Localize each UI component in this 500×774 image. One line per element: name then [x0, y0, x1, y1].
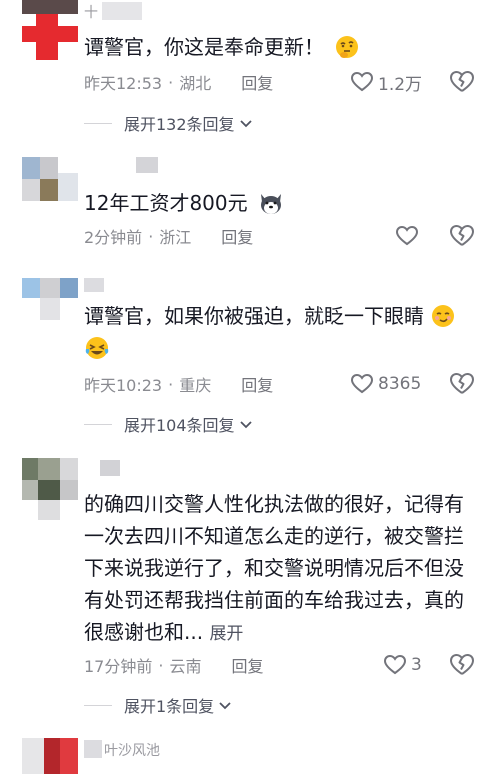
like-count: 1.2万 [378, 74, 423, 95]
comment-text-content: 12年工资才800元 [84, 191, 248, 215]
avatar-pixel [60, 458, 78, 480]
comment-location: 湖北 [179, 74, 212, 93]
avatar[interactable] [22, 458, 78, 520]
comment-location: 浙江 [159, 228, 192, 247]
name-mosaic [84, 278, 104, 292]
like-count: 8365 [378, 374, 422, 394]
avatar-pixel [38, 500, 60, 520]
expand-replies-label: 展开1条回复 [124, 697, 215, 716]
broken-heart-icon[interactable] [448, 370, 476, 398]
avatar-pixel [40, 179, 58, 201]
name-mosaic [100, 460, 120, 476]
heart-icon [395, 225, 419, 246]
avatar-pixel [40, 157, 58, 179]
comment-time: 昨天12:53 [84, 74, 163, 93]
heart-icon [383, 654, 407, 675]
avatar-pixel [22, 157, 40, 179]
reply-button[interactable]: 回复 [241, 372, 273, 396]
avatar[interactable] [22, 738, 78, 774]
avatar-pixel [60, 738, 78, 774]
commenter-name-text: 叶沙风池 [104, 743, 160, 759]
commenter-name-text: 十 [84, 5, 98, 21]
avatar[interactable] [22, 278, 78, 320]
name-mosaic [84, 740, 102, 758]
comment-meta: 2分钟前 · 浙江 回复 [84, 221, 484, 251]
avatar-pixel [58, 173, 78, 201]
comment-meta: 昨天10:23 · 重庆 回复 [84, 369, 484, 399]
avatar-pixel [40, 298, 60, 320]
comment-text: 的确四川交警人性化执法做的很好，记得有一次去四川不知道怎么走的逆行，被交警拦下来… [84, 488, 482, 650]
reply-button[interactable]: 回复 [221, 224, 253, 248]
avatar-pixel [38, 458, 60, 480]
comment-meta: 17分钟前 · 云南 回复 [84, 650, 484, 680]
separator: · [148, 226, 154, 246]
avatar-pixel [22, 0, 78, 14]
expand-replies-button[interactable]: 展开132条回复 [84, 108, 254, 138]
smirk-face-emoji [432, 304, 455, 327]
comment-location: 重庆 [179, 376, 212, 395]
comment-text: 谭警官，你这是奉命更新！ [84, 31, 484, 63]
commenter-name[interactable]: 十 [84, 2, 142, 22]
avatar-pixel [60, 480, 78, 500]
comment-text: 谭警官，如果你被强迫，就眨一下眼睛 [84, 300, 494, 364]
comment-time: 昨天10:23 [84, 376, 163, 395]
avatar-pixel [22, 480, 38, 500]
heart-icon [350, 71, 374, 92]
comment-time: 2分钟前 [84, 228, 143, 247]
avatar-pixel [44, 738, 60, 774]
expand-replies-label: 展开132条回复 [124, 115, 235, 134]
avatar-pixel [38, 480, 60, 500]
like-button[interactable] [395, 221, 423, 251]
laughing-tears-emoji [85, 336, 109, 359]
broken-heart-icon[interactable] [448, 222, 476, 250]
husky-dog-emoji [260, 193, 281, 214]
avatar-pixel [22, 179, 40, 201]
like-count: 3 [411, 655, 422, 675]
chevron-down-icon [239, 421, 252, 429]
name-mosaic [136, 157, 158, 173]
like-button[interactable]: 1.2万 [350, 67, 422, 97]
avatar-pixel [58, 14, 78, 26]
expand-replies-label: 展开104条回复 [124, 416, 235, 435]
divider-line [84, 423, 112, 425]
expand-replies-button[interactable]: 展开1条回复 [84, 690, 233, 720]
avatar[interactable] [22, 157, 78, 201]
divider-line [84, 122, 112, 124]
divider-line [84, 704, 112, 706]
avatar-pixel [22, 458, 38, 480]
name-mosaic [102, 2, 142, 20]
heart-icon [350, 373, 374, 394]
separator: · [168, 374, 174, 394]
reply-button[interactable]: 回复 [231, 653, 263, 677]
avatar-pixel [22, 26, 78, 42]
avatar[interactable] [22, 0, 78, 60]
avatar-pixel [22, 278, 40, 298]
reply-button[interactable]: 回复 [241, 70, 273, 94]
broken-heart-icon[interactable] [448, 651, 476, 679]
comment-text-content: 的确四川交警人性化执法做的很好，记得有一次去四川不知道怎么走的逆行，被交警拦下来… [84, 492, 464, 644]
comment-text: 12年工资才800元 [84, 187, 484, 219]
comment-meta: 昨天12:53 · 湖北 回复 [84, 67, 484, 97]
commenter-name[interactable]: 叶沙风池 [84, 740, 160, 760]
avatar-pixel [60, 278, 78, 298]
comment-text-content: 谭警官，你这是奉命更新！ [84, 35, 324, 59]
expand-replies-button[interactable]: 展开104条回复 [84, 409, 254, 439]
comment-text-content: 谭警官，如果你被强迫，就眨一下眼睛 [84, 304, 424, 328]
chevron-down-icon [239, 120, 252, 128]
comment-time: 17分钟前 [84, 657, 153, 676]
avatar-pixel [40, 278, 60, 298]
thinking-face-emoji [336, 35, 359, 58]
avatar-pixel [22, 738, 44, 774]
chevron-down-icon [219, 702, 231, 710]
broken-heart-icon[interactable] [448, 68, 476, 96]
expand-text-button[interactable]: 展开 [209, 624, 243, 644]
separator: · [158, 655, 164, 675]
comment-location: 云南 [169, 657, 202, 676]
separator: · [168, 72, 174, 92]
like-button[interactable]: 8365 [350, 369, 421, 399]
like-button[interactable]: 3 [383, 650, 422, 680]
